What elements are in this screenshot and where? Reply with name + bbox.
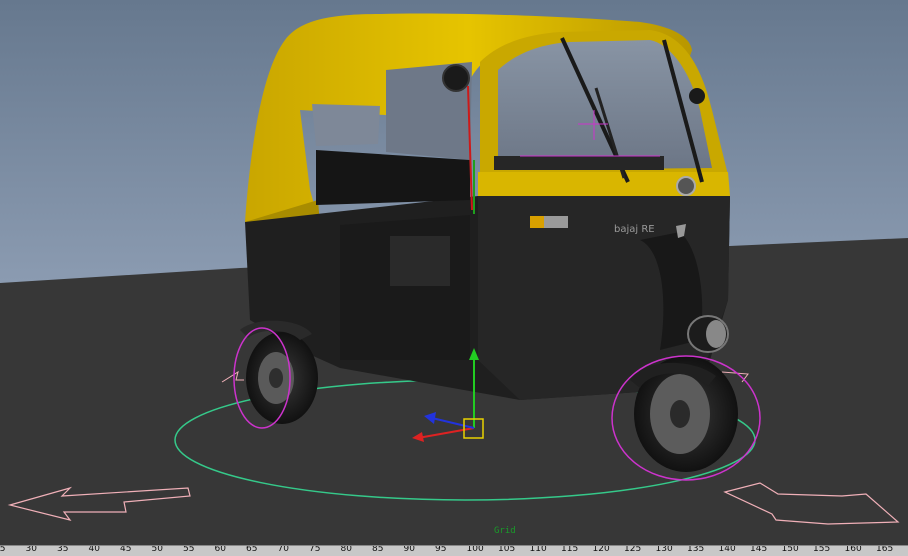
timeline-tick-label[interactable]: 115 xyxy=(561,546,578,554)
timeline-tick-label[interactable]: 55 xyxy=(183,546,194,554)
timeline-tick-label[interactable]: 50 xyxy=(152,546,163,554)
timeline-tick-label[interactable]: 135 xyxy=(687,546,704,554)
scene-canvas[interactable]: bajaj RE xyxy=(0,0,908,545)
rear-window xyxy=(312,104,380,146)
headlamp xyxy=(676,176,696,196)
timeline-tick-label[interactable]: 60 xyxy=(215,546,226,554)
timeline-tick-label[interactable]: 80 xyxy=(341,546,352,554)
timeline-tick-label[interactable]: 110 xyxy=(530,546,547,554)
timeline-tick-label[interactable]: 90 xyxy=(404,546,415,554)
auto-rickshaw-model[interactable]: bajaj RE xyxy=(245,13,730,400)
timeline-tick-label[interactable]: 145 xyxy=(750,546,767,554)
timeline-tick-label[interactable]: 165 xyxy=(876,546,893,554)
side-mirror xyxy=(442,64,470,92)
timeline-tick-label[interactable]: 130 xyxy=(656,546,673,554)
timeline-tick-label[interactable]: 150 xyxy=(782,546,799,554)
timeline-tick-label[interactable]: 30 xyxy=(26,546,37,554)
timeline-ruler[interactable]: 25 30 35 40 45 50 55 60 65 70 75 80 85 90 95 100 105 110 1… xyxy=(0,545,908,556)
timeline-tick-label[interactable]: 35 xyxy=(57,546,68,554)
timeline-tick-label[interactable]: 95 xyxy=(435,546,446,554)
timeline-tick-label[interactable]: 45 xyxy=(120,546,131,554)
timeline-tick-label[interactable]: 100 xyxy=(467,546,484,554)
3d-viewport[interactable]: bajaj RE Grid xyxy=(0,0,908,545)
timeline-tick-label[interactable]: 155 xyxy=(813,546,830,554)
timeline-tick-label[interactable]: 70 xyxy=(278,546,289,554)
timeline-tick-label[interactable]: 140 xyxy=(719,546,736,554)
hud-label: Grid xyxy=(494,526,516,536)
timeline-tick-label[interactable]: 120 xyxy=(593,546,610,554)
timeline-tick-label[interactable]: 25 xyxy=(0,546,5,554)
brand-text: bajaj RE xyxy=(614,224,655,235)
timeline-tick-label[interactable]: 160 xyxy=(845,546,862,554)
timeline-tick-label[interactable]: 85 xyxy=(372,546,383,554)
timeline-tick-label[interactable]: 65 xyxy=(246,546,257,554)
timeline-tick-label[interactable]: 75 xyxy=(309,546,320,554)
timeline-tick-label[interactable]: 105 xyxy=(498,546,515,554)
timeline-tick-label[interactable]: 40 xyxy=(89,546,100,554)
timeline-tick-label[interactable]: 125 xyxy=(624,546,641,554)
